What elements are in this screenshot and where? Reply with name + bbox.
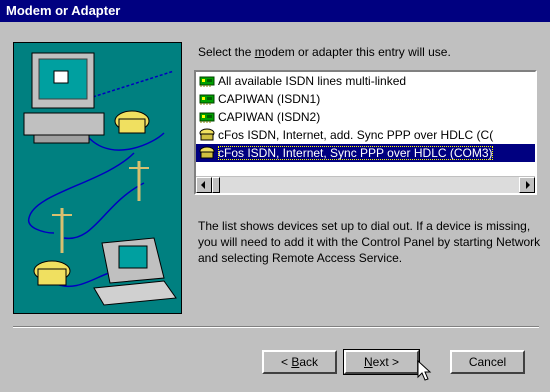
device-label: CAPIWAN (ISDN2)	[218, 110, 321, 124]
wizard-illustration	[13, 42, 182, 314]
device-list-item[interactable]: cFos ISDN, Internet, Sync PPP over HDLC …	[196, 144, 535, 162]
device-label: cFos ISDN, Internet, add. Sync PPP over …	[218, 128, 494, 142]
device-list-item[interactable]: cFos ISDN, Internet, add. Sync PPP over …	[196, 126, 535, 144]
modem-icon	[199, 146, 215, 159]
device-list-item[interactable]: CAPIWAN (ISDN1)	[196, 90, 535, 108]
device-list-item[interactable]: All available ISDN lines multi-linked	[196, 72, 535, 90]
arrow-right-icon	[526, 181, 530, 189]
scroll-thumb[interactable]	[212, 177, 220, 193]
next-button[interactable]: Next >	[343, 349, 420, 375]
network-illustration-icon	[23, 52, 177, 306]
device-label: cFos ISDN, Internet, Sync PPP over HDLC …	[218, 146, 493, 160]
isdn-card-icon	[199, 76, 215, 87]
back-button[interactable]: < Back	[262, 350, 337, 374]
horizontal-scrollbar[interactable]	[196, 176, 535, 193]
info-text: The list shows devices set up to dial ou…	[198, 219, 541, 265]
scroll-right-button[interactable]	[519, 177, 535, 193]
mouse-cursor-icon	[417, 360, 432, 381]
device-label: CAPIWAN (ISDN1)	[218, 92, 321, 106]
device-label: All available ISDN lines multi-linked	[218, 74, 407, 88]
cancel-button[interactable]: Cancel	[450, 350, 525, 374]
isdn-card-icon	[199, 112, 215, 123]
arrow-left-icon	[201, 181, 205, 189]
device-listbox[interactable]: All available ISDN lines multi-linked CAP…	[194, 70, 537, 195]
modem-icon	[199, 128, 215, 141]
isdn-card-icon	[199, 94, 215, 105]
window-title: Modem or Adapter	[0, 0, 550, 22]
device-list-item[interactable]: CAPIWAN (ISDN2)	[196, 108, 535, 126]
scroll-left-button[interactable]	[196, 177, 212, 193]
button-separator	[13, 326, 539, 328]
modem-or-adapter-dialog: Modem or Adapter Select the modem or ada…	[0, 0, 550, 392]
select-device-prompt: Select the modem or adapter this entry w…	[198, 45, 451, 59]
